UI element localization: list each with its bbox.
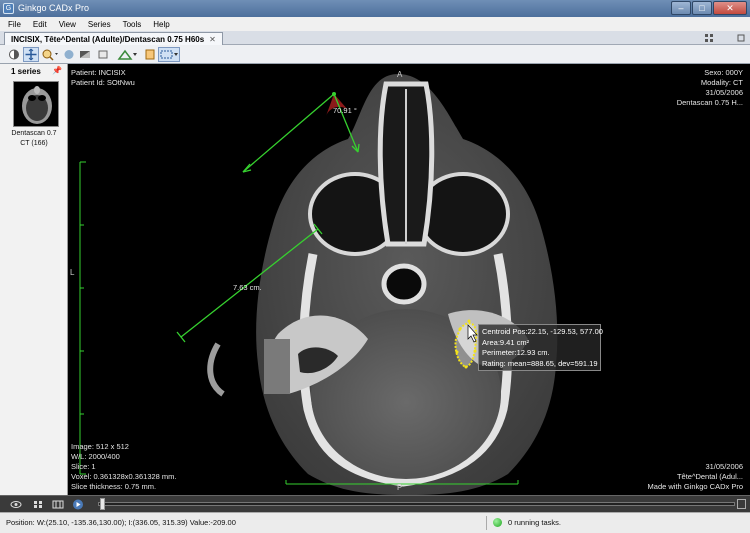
overlay-sex: Sexo: 000Y	[704, 68, 743, 77]
slice-slider-thumb[interactable]	[100, 498, 105, 510]
tool-bar	[0, 45, 750, 64]
annotation-tool-icon[interactable]	[143, 47, 157, 62]
thumbnail-caption-modality: CT (166)	[20, 140, 48, 147]
menu-view[interactable]: View	[59, 20, 76, 29]
window-tool-icon[interactable]	[96, 47, 110, 62]
orientation-bottom: P	[397, 483, 403, 492]
grid-layout-icon[interactable]	[32, 499, 44, 510]
roi-perimeter: Perimeter:12.93 cm.	[482, 348, 550, 357]
overlay-window-level: W/L: 2000/400	[71, 452, 120, 461]
menu-file[interactable]: File	[8, 20, 21, 29]
window-title: Ginkgo CADx Pro	[18, 3, 90, 13]
cursor-position-readout: Position: W:(25.10, -135.36,130.00); I:(…	[6, 518, 236, 527]
distance-label: 7.63 cm.	[233, 283, 262, 292]
eye-icon[interactable]	[10, 499, 22, 510]
roi-area: Area:9.41 cm²	[482, 337, 530, 347]
tab-restore-icon[interactable]	[736, 33, 746, 43]
study-tab[interactable]: INCISIX, Tête^Dental (Adulte)/Dentascan …	[4, 32, 223, 45]
filmstrip-icon[interactable]	[52, 499, 64, 510]
roi-stats-box: Centroid Pos:22.15, -129.53, 577.00 Area…	[478, 324, 603, 371]
overlay-series-name: Dentascan 0.75 H...	[676, 98, 743, 107]
viewer-control-bar	[0, 495, 750, 512]
overlay-slice: Slice: 1	[71, 462, 96, 471]
foramen-magnum	[381, 263, 427, 305]
series-thumbnail[interactable]	[13, 81, 59, 127]
image-viewer[interactable]: Patient: INCISIX Patient Id: SOtNwu Sexo…	[68, 64, 750, 495]
overlay-modality: Modality: CT	[700, 78, 743, 87]
zoom-tool-icon[interactable]	[40, 47, 60, 62]
close-button[interactable]: ✕	[713, 1, 747, 15]
overlay-date-bottom: 31/05/2006	[705, 462, 743, 471]
sphere-tool-icon[interactable]	[62, 47, 76, 62]
menu-edit[interactable]: Edit	[33, 20, 47, 29]
angle-label: 70.91 °	[333, 106, 357, 115]
overlay-image-size: Image: 512 x 512	[71, 442, 129, 451]
menu-help[interactable]: Help	[153, 20, 169, 29]
menu-series[interactable]: Series	[88, 20, 111, 29]
orientation-left: L	[70, 268, 75, 277]
app-logo-icon: G	[3, 3, 14, 14]
menu-tools[interactable]: Tools	[123, 20, 142, 29]
window-level-tool-icon[interactable]	[6, 47, 22, 62]
window-controls: – □ ✕	[671, 1, 747, 15]
thumbnail-caption-name: Dentascan 0.7	[11, 130, 57, 137]
side-ruler	[79, 161, 86, 475]
pan-tool-icon[interactable]	[23, 47, 39, 62]
task-status-icon	[493, 518, 502, 527]
series-panel: 1 series 📌 Dentascan 0.7 CT (166)	[0, 64, 68, 495]
roi-tool-icon[interactable]	[158, 47, 180, 62]
mastoid-cells	[264, 339, 290, 394]
status-bar: Position: W:(25.10, -135.36,130.00); I:(…	[0, 512, 750, 533]
play-icon[interactable]	[72, 499, 84, 510]
expand-icon[interactable]	[737, 499, 746, 509]
overlay-made-with: Made with Ginkgo CADx Pro	[647, 482, 743, 491]
overlay-study: Tête^Dental (Adul...	[676, 472, 743, 481]
overlay-voxel: Voxel: 0.361328x0.361328 mm.	[71, 472, 177, 481]
minimize-button[interactable]: –	[671, 1, 691, 15]
angle-measure-tool-icon[interactable]	[115, 47, 139, 62]
slice-slider-track[interactable]	[98, 502, 735, 506]
document-tab-strip: INCISIX, Tête^Dental (Adulte)/Dentascan …	[0, 31, 750, 45]
overlay-date-top: 31/05/2006	[705, 88, 743, 97]
running-tasks-label: 0 running tasks.	[508, 518, 561, 527]
status-separator	[486, 516, 487, 530]
series-count-label: 1 series 📌	[0, 64, 67, 78]
maximize-button[interactable]: □	[692, 1, 712, 15]
study-tab-label: INCISIX, Tête^Dental (Adulte)/Dentascan …	[11, 34, 205, 44]
roi-centroid: Centroid Pos:22.15, -129.53, 577.00	[482, 327, 603, 336]
orientation-top: A	[397, 70, 403, 79]
overlay-slice-thickness: Slice thickness: 0.75 mm.	[71, 482, 157, 491]
overlay-patient-id: Patient Id: SOtNwu	[71, 78, 135, 87]
overlay-patient-name: Patient: INCISIX	[71, 68, 126, 77]
pin-icon[interactable]: 📌	[52, 66, 62, 75]
tab-close-icon[interactable]: ✕	[209, 34, 216, 45]
menu-bar: File Edit View Series Tools Help	[0, 17, 750, 31]
series-count-text: 1 series	[11, 67, 41, 76]
title-bar: G Ginkgo CADx Pro – □ ✕	[0, 0, 750, 17]
tab-layout-icon[interactable]	[704, 33, 714, 43]
ct-image	[79, 74, 558, 495]
roi-rating: Rating: mean=888.65, dev=591.19	[482, 358, 598, 368]
contrast-tool-icon[interactable]	[77, 47, 93, 62]
app-window: G Ginkgo CADx Pro – □ ✕ File Edit View S…	[0, 0, 750, 533]
